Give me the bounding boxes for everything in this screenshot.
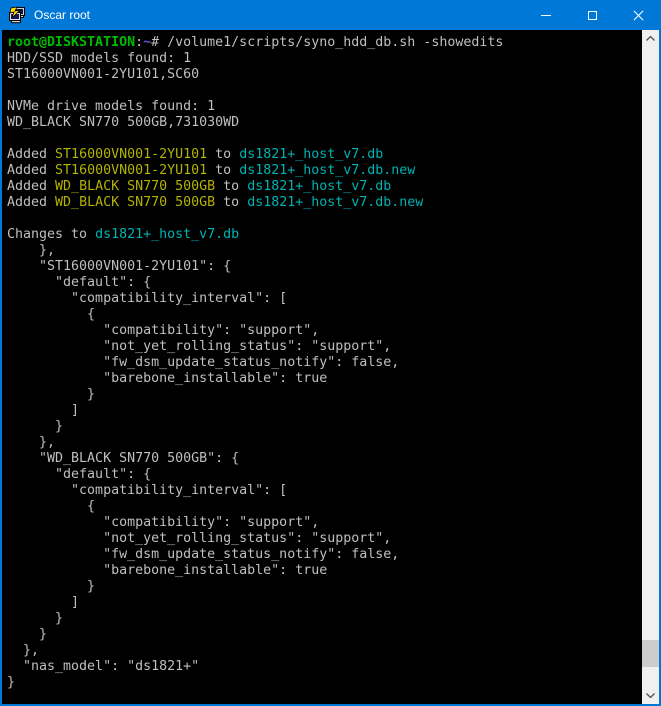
- terminal-line: },: [7, 643, 642, 659]
- terminal-line: "nas_model": "ds1821+": [7, 659, 642, 675]
- terminal-line: [7, 211, 642, 227]
- close-icon: [633, 10, 643, 20]
- putty-window: Oscar root root@DISKSTATION:~# /volume1/…: [0, 0, 661, 706]
- terminal-line: ST16000VN001-2YU101,SC60: [7, 67, 642, 83]
- terminal-line: }: [7, 387, 642, 403]
- scroll-down-button[interactable]: [642, 687, 659, 704]
- minimize-icon: [541, 15, 551, 16]
- terminal-line: ]: [7, 403, 642, 419]
- maximize-icon: [588, 11, 597, 20]
- terminal-line: "fw_dsm_update_status_notify": false,: [7, 355, 642, 371]
- terminal-line: "barebone_installable": true: [7, 371, 642, 387]
- terminal-line: {: [7, 499, 642, 515]
- terminal-line: "compatibility": "support",: [7, 515, 642, 531]
- scroll-up-button[interactable]: [642, 30, 659, 47]
- terminal-output[interactable]: root@DISKSTATION:~# /volume1/scripts/syn…: [2, 30, 642, 704]
- terminal-line: "compatibility_interval": [: [7, 483, 642, 499]
- putty-app-icon[interactable]: [8, 6, 26, 24]
- terminal-line: WD_BLACK SN770 500GB,731030WD: [7, 115, 642, 131]
- terminal-line: Added ST16000VN001-2YU101 to ds1821+_hos…: [7, 147, 642, 163]
- minimize-button[interactable]: [523, 0, 569, 30]
- terminal-line: },: [7, 243, 642, 259]
- window-title: Oscar root: [34, 8, 523, 22]
- terminal-line: }: [7, 675, 642, 691]
- chevron-up-icon: [646, 36, 655, 41]
- terminal-line: ]: [7, 595, 642, 611]
- terminal-line: [7, 83, 642, 99]
- terminal-line: {: [7, 307, 642, 323]
- terminal-line: }: [7, 627, 642, 643]
- terminal-line: "compatibility_interval": [: [7, 291, 642, 307]
- scrollbar-thumb[interactable]: [642, 640, 659, 667]
- terminal-line: Added ST16000VN001-2YU101 to ds1821+_hos…: [7, 163, 642, 179]
- close-button[interactable]: [615, 0, 661, 30]
- terminal-line: "compatibility": "support",: [7, 323, 642, 339]
- terminal-line: "not_yet_rolling_status": "support",: [7, 531, 642, 547]
- terminal-line: Changes to ds1821+_host_v7.db: [7, 227, 642, 243]
- terminal-line: root@DISKSTATION:~# /volume1/scripts/syn…: [7, 35, 642, 51]
- terminal-line: },: [7, 435, 642, 451]
- scrollbar[interactable]: [642, 30, 659, 704]
- window-controls: [523, 0, 661, 30]
- terminal-line: [7, 131, 642, 147]
- terminal-line: NVMe drive models found: 1: [7, 99, 642, 115]
- terminal-line: Added WD_BLACK SN770 500GB to ds1821+_ho…: [7, 195, 642, 211]
- terminal-line: "not_yet_rolling_status": "support",: [7, 339, 642, 355]
- terminal-line: HDD/SSD models found: 1: [7, 51, 642, 67]
- terminal-line: "default": {: [7, 467, 642, 483]
- title-bar[interactable]: Oscar root: [0, 0, 661, 30]
- chevron-down-icon: [646, 693, 655, 698]
- terminal-line: }: [7, 611, 642, 627]
- terminal-line: "default": {: [7, 275, 642, 291]
- terminal-line: }: [7, 579, 642, 595]
- terminal-line: "barebone_installable": true: [7, 563, 642, 579]
- terminal-line: "ST16000VN001-2YU101": {: [7, 259, 642, 275]
- maximize-button[interactable]: [569, 0, 615, 30]
- terminal-line: }: [7, 419, 642, 435]
- terminal-line: Added WD_BLACK SN770 500GB to ds1821+_ho…: [7, 179, 642, 195]
- window-body: root@DISKSTATION:~# /volume1/scripts/syn…: [0, 30, 661, 706]
- terminal-line: "WD_BLACK SN770 500GB": {: [7, 451, 642, 467]
- terminal-line: "fw_dsm_update_status_notify": false,: [7, 547, 642, 563]
